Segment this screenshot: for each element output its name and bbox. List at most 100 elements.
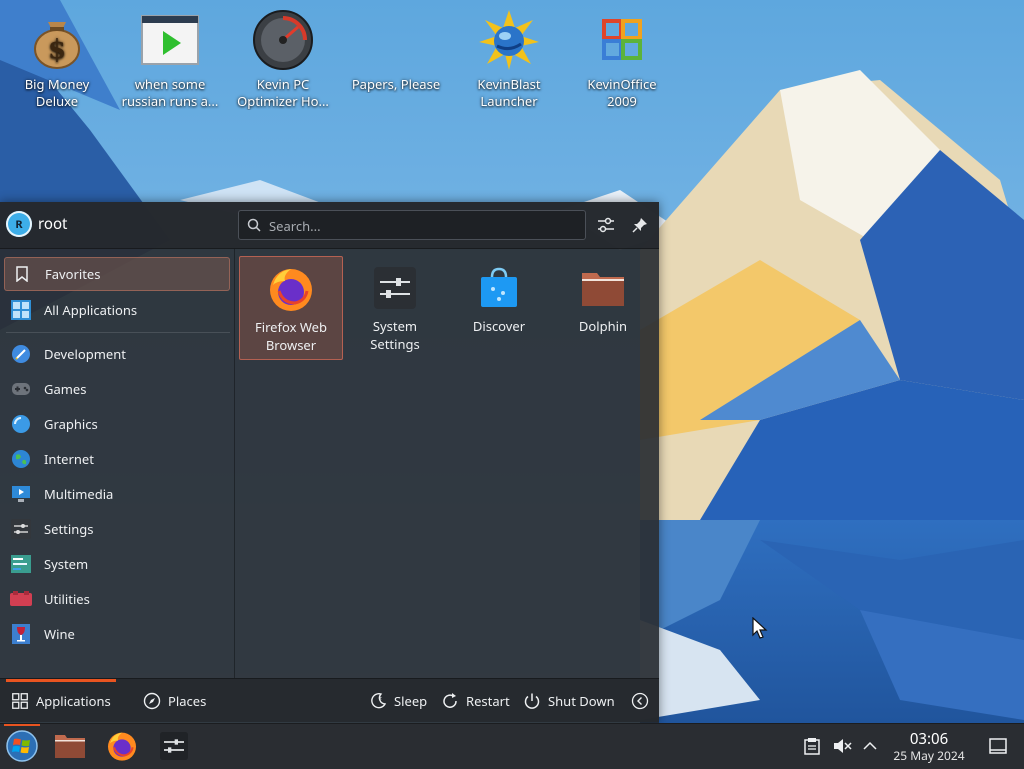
chevron-left-circle-icon [630, 691, 650, 711]
pin-icon [632, 218, 647, 233]
launcher-active-indicator [4, 724, 40, 726]
category-sidebar: Favorites All Applications Development G… [0, 249, 235, 678]
category-internet[interactable]: Internet [4, 442, 230, 476]
category-graphics[interactable]: Graphics [4, 407, 230, 441]
firefox-icon [108, 732, 136, 761]
search-input[interactable] [267, 216, 571, 236]
folder-icon [579, 264, 627, 312]
category-multimedia[interactable]: Multimedia [4, 477, 230, 511]
compass-icon [142, 691, 162, 711]
category-development[interactable]: Development [4, 337, 230, 371]
power-icon [522, 691, 542, 711]
sleep-button[interactable]: z Sleep [368, 679, 427, 723]
utilities-icon [10, 588, 32, 610]
money-bag-icon: $ [25, 8, 89, 72]
chevron-up-icon [863, 741, 877, 750]
graphics-icon [10, 413, 32, 435]
taskbar-firefox[interactable] [104, 728, 140, 764]
multimedia-icon [10, 483, 32, 505]
svg-text:$: $ [48, 35, 66, 65]
desktop-icon-kevinblast-launcher[interactable]: KevinBlast Launcher [455, 8, 563, 118]
tab-places[interactable]: Places [142, 679, 206, 723]
svg-text:z: z [379, 696, 382, 702]
firefox-icon [267, 265, 315, 313]
taskbar-dolphin[interactable] [52, 728, 88, 764]
app-dolphin[interactable]: Dolphin [551, 256, 655, 360]
desktop-icon-papers-please[interactable]: Papers, Please [342, 8, 450, 118]
globe-icon [10, 448, 32, 470]
application-launcher: R root Search... Favorites All Applicati… [0, 202, 659, 723]
desktop-icon-kevin-pc-optimizer[interactable]: Kevin PC Optimizer Ho... [229, 8, 337, 118]
folder-icon [55, 735, 85, 758]
app-label: Dolphin [578, 317, 628, 335]
desktop-icon-kevinoffice-2009[interactable]: KevinOffice 2009 [568, 8, 676, 118]
pin-button[interactable] [628, 213, 652, 237]
speedometer-icon [251, 8, 315, 72]
category-wine[interactable]: Wine [4, 617, 230, 651]
category-settings[interactable]: Settings [4, 512, 230, 546]
development-icon [10, 343, 32, 365]
category-favorites[interactable]: Favorites [4, 257, 230, 291]
clock-time: 03:06 [909, 729, 949, 749]
desktop-icon-label: KevinOffice 2009 [587, 76, 657, 110]
app-label: Discover [472, 317, 526, 335]
category-system[interactable]: System [4, 547, 230, 581]
sleep-icon: z [368, 691, 388, 711]
system-settings-icon [160, 732, 188, 760]
system-icon [10, 553, 32, 575]
taskbar: 03:06 25 May 2024 [0, 723, 1024, 769]
category-separator [6, 332, 230, 333]
clock-date: 25 May 2024 [893, 747, 965, 764]
mouse-cursor-icon [752, 617, 768, 639]
blank-file-icon [364, 8, 428, 72]
discover-bag-icon [475, 264, 523, 312]
category-all-applications[interactable]: All Applications [4, 293, 230, 327]
app-system-settings[interactable]: System Settings [343, 256, 447, 360]
user-avatar[interactable]: R [6, 211, 32, 237]
restart-button[interactable]: Restart [440, 679, 510, 723]
search-icon [247, 218, 261, 232]
app-label: System Settings [370, 317, 420, 353]
desktop-icon-big-money-deluxe[interactable]: $ Big Money Deluxe [3, 8, 111, 118]
app-label: Firefox Web Browser [254, 318, 328, 354]
category-games[interactable]: Games [4, 372, 230, 406]
gamepad-icon [10, 378, 32, 400]
launcher-header: R root [0, 202, 659, 249]
system-settings-icon [371, 264, 419, 312]
launcher-footer: Applications Places z Sleep Restart Shut… [0, 678, 659, 723]
show-desktop-icon [989, 738, 1007, 754]
application-launcher-button[interactable] [4, 728, 40, 764]
video-file-icon [138, 8, 202, 72]
digital-clock[interactable]: 03:06 25 May 2024 [882, 730, 976, 763]
clipboard-tray-button[interactable] [796, 728, 828, 764]
volume-muted-icon [834, 739, 852, 753]
office-logo-icon [590, 8, 654, 72]
settings-icon [10, 518, 32, 540]
clipboard-icon [804, 738, 820, 755]
bookmark-icon [11, 263, 33, 285]
wine-icon [10, 623, 32, 645]
desktop-icon-video[interactable]: when some russian runs a... [116, 8, 224, 118]
show-desktop-button[interactable] [982, 728, 1014, 764]
shutdown-button[interactable]: Shut Down [522, 679, 615, 723]
app-firefox[interactable]: Firefox Web Browser [239, 256, 343, 360]
sliders-icon [598, 217, 614, 233]
tab-applications[interactable]: Applications [6, 679, 116, 723]
configure-button[interactable] [594, 213, 618, 237]
user-name: root [38, 214, 68, 234]
restart-icon [440, 691, 460, 711]
desktop-icon-label: KevinBlast Launcher [477, 76, 541, 110]
desktop-icon-label: when some russian runs a... [121, 76, 219, 110]
app-discover[interactable]: Discover [447, 256, 551, 360]
favorites-grid: Firefox Web Browser System Settings Disc… [235, 249, 659, 678]
kevinblast-globe-icon [477, 8, 541, 72]
desktop-icon-label: Big Money Deluxe [24, 76, 90, 110]
search-field[interactable] [238, 210, 586, 240]
more-leave-options-button[interactable] [630, 679, 656, 723]
category-utilities[interactable]: Utilities [4, 582, 230, 616]
applications-grid-icon [10, 691, 30, 711]
taskbar-system-settings[interactable] [156, 728, 192, 764]
start-orb-icon [6, 730, 38, 762]
desktop-icon-label: Papers, Please [351, 76, 441, 93]
all-apps-icon [10, 299, 32, 321]
